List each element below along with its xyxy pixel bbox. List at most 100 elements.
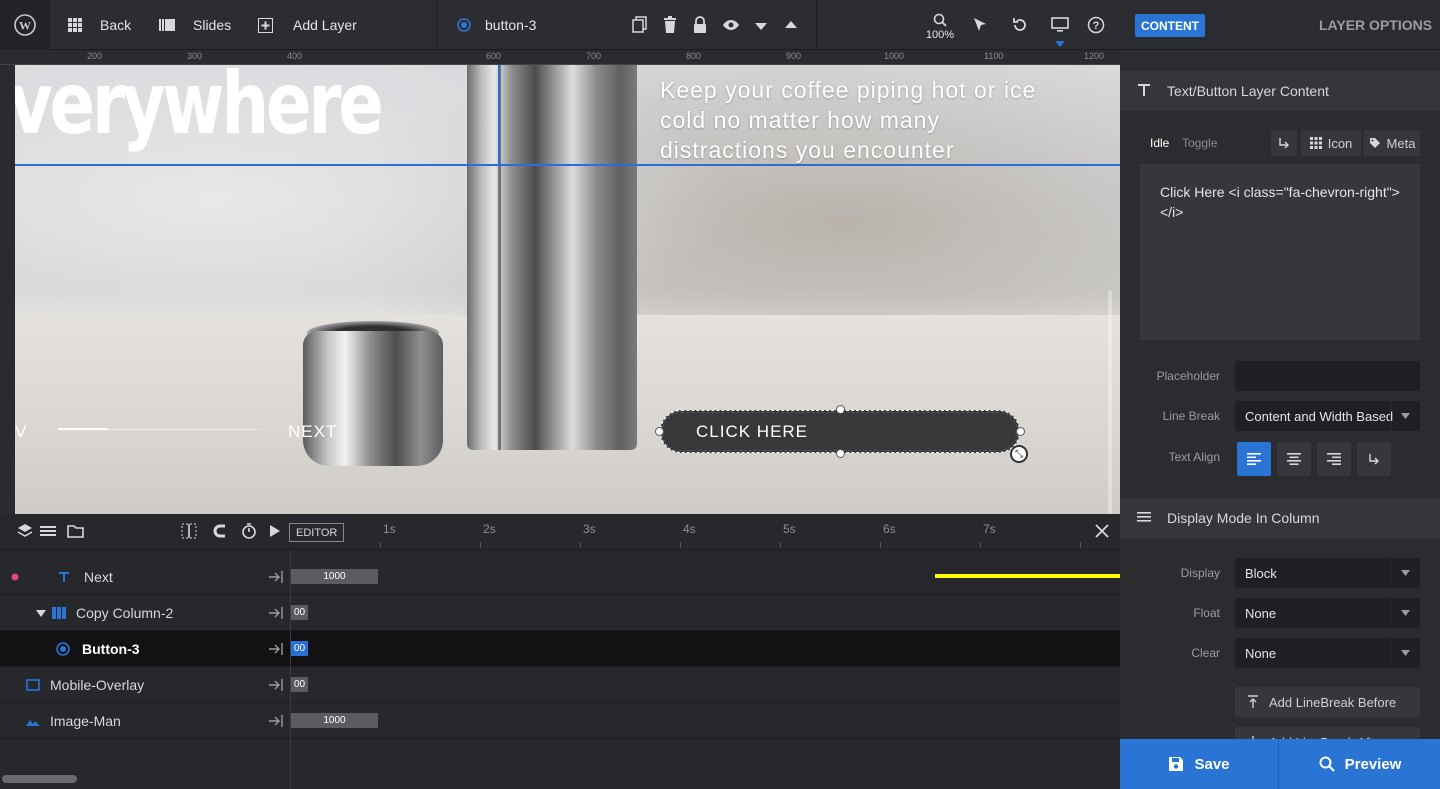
tab-layer-options[interactable]: LAYER OPTIONS xyxy=(1319,17,1432,33)
ruler-label: 200 xyxy=(87,51,103,61)
align-left-icon xyxy=(1247,453,1261,465)
resize-handle-bottom[interactable] xyxy=(836,449,845,458)
chevron-down-icon[interactable] xyxy=(36,610,46,617)
resize-handle-right[interactable] xyxy=(1016,427,1025,436)
desktop-view-icon[interactable] xyxy=(1051,16,1069,34)
subtab-idle[interactable]: Idle xyxy=(1150,136,1169,150)
line-break-select[interactable]: Content and Width Based xyxy=(1235,401,1420,431)
end-time-icon[interactable] xyxy=(268,642,284,656)
next-layer[interactable]: NEXT xyxy=(288,422,337,442)
text-align-label: Text Align xyxy=(1168,450,1220,464)
ruler-label: 1200 xyxy=(1084,51,1105,61)
wordpress-logo-button[interactable]: W xyxy=(0,0,50,50)
tab-content[interactable]: CONTENT xyxy=(1135,14,1205,37)
chevron-down-icon xyxy=(1390,638,1420,668)
trash-icon[interactable] xyxy=(663,16,681,34)
list-icon[interactable] xyxy=(40,523,58,541)
svg-text:?: ? xyxy=(1093,20,1100,32)
slides-button[interactable]: Slides xyxy=(159,0,231,50)
move-up-icon[interactable] xyxy=(783,16,801,34)
close-timeline-icon[interactable] xyxy=(1094,523,1112,541)
folder-icon[interactable] xyxy=(67,523,85,541)
play-icon[interactable] xyxy=(268,523,286,541)
timeline-bar[interactable]: 00 xyxy=(291,605,308,620)
subtext-layer[interactable]: Keep your coffee piping hot or ice cold … xyxy=(660,75,1040,165)
subtab-toggle[interactable]: Toggle xyxy=(1182,136,1217,150)
placeholder-input[interactable] xyxy=(1235,361,1420,391)
time-tick-label: 7s xyxy=(983,522,996,536)
end-time-icon[interactable] xyxy=(268,570,284,584)
time-tick-label: 2s xyxy=(483,522,496,536)
float-select[interactable]: None xyxy=(1235,598,1420,628)
add-linebreak-before-label: Add LineBreak Before xyxy=(1269,694,1397,710)
save-button[interactable]: Save xyxy=(1120,739,1279,789)
timeline-row[interactable]: Image-Man 1000 xyxy=(0,703,1120,739)
align-center-icon xyxy=(1287,453,1301,465)
icon-button[interactable]: Icon xyxy=(1301,130,1361,156)
help-icon[interactable]: ? xyxy=(1087,16,1105,34)
add-linebreak-before-button[interactable]: Add LineBreak Before xyxy=(1235,687,1420,717)
zoom-button[interactable]: 100% xyxy=(924,13,956,43)
align-left-button[interactable] xyxy=(1237,442,1271,476)
editor-badge[interactable]: EDITOR xyxy=(289,523,345,542)
float-label: Float xyxy=(1193,606,1220,620)
undo-icon[interactable] xyxy=(1011,16,1029,34)
canvas-scrollbar[interactable] xyxy=(1108,290,1112,514)
chevron-down-icon xyxy=(1390,598,1420,628)
slide-canvas[interactable]: verywhere Keep your coffee piping hot or… xyxy=(15,65,1120,514)
display-value: Block xyxy=(1245,565,1277,581)
back-button[interactable]: Back xyxy=(68,0,131,50)
timeline-bar[interactable]: 1000 xyxy=(291,569,378,584)
zoom-level: 100% xyxy=(925,29,955,41)
section-display-mode-header[interactable]: Display Mode In Column xyxy=(1120,498,1440,538)
timeline-row[interactable]: Copy Column-2 00 xyxy=(0,595,1120,631)
clear-select[interactable]: None xyxy=(1235,638,1420,668)
duplicate-icon[interactable] xyxy=(632,16,650,34)
move-down-icon[interactable] xyxy=(753,16,771,34)
section-layer-content-header[interactable]: Text/Button Layer Content xyxy=(1120,71,1440,111)
end-time-icon[interactable] xyxy=(268,714,284,728)
button-3-layer[interactable]: CLICK HERE xyxy=(660,410,1020,453)
end-time-icon[interactable] xyxy=(268,678,284,692)
snap-grid-icon[interactable] xyxy=(181,523,199,541)
time-tick-label: 6s xyxy=(883,522,896,536)
clear-value: None xyxy=(1245,645,1277,661)
button-3-label: CLICK HERE xyxy=(696,421,809,441)
meta-button[interactable]: Meta xyxy=(1364,130,1420,156)
resize-corner-icon[interactable]: ⤡ xyxy=(1010,445,1028,463)
lock-icon[interactable] xyxy=(693,16,711,34)
timeline-row[interactable]: Mobile-Overlay 00 xyxy=(0,667,1120,703)
display-select[interactable]: Block xyxy=(1235,558,1420,588)
preview-button[interactable]: Preview xyxy=(1280,739,1440,789)
text-icon xyxy=(1138,84,1150,96)
magnet-icon[interactable] xyxy=(212,523,230,541)
align-center-button[interactable] xyxy=(1277,442,1311,476)
placeholder-label: Placeholder xyxy=(1156,369,1220,383)
timeline-row-selected[interactable]: Button-3 00 xyxy=(0,631,1120,667)
resize-handle-top[interactable] xyxy=(836,405,845,414)
timeline-scrollbar[interactable] xyxy=(2,775,77,783)
meta-button-label: Meta xyxy=(1386,135,1416,151)
resize-handle-left[interactable] xyxy=(655,427,664,436)
layer-content-textarea[interactable]: Click Here <i class="fa-chevron-right"><… xyxy=(1140,164,1420,340)
timeline-bar[interactable]: 00 xyxy=(291,641,308,656)
stopwatch-icon[interactable] xyxy=(241,523,259,541)
add-layer-icon xyxy=(258,17,273,33)
nav-progress-active xyxy=(58,428,108,430)
cursor-icon[interactable] xyxy=(972,16,990,34)
vertical-ruler xyxy=(0,65,15,514)
timeline-bar[interactable]: 1000 xyxy=(291,713,378,728)
grid-icon xyxy=(1309,137,1322,149)
prev-layer[interactable]: V xyxy=(15,422,27,442)
linebreak-toggle-button[interactable] xyxy=(1271,130,1297,156)
align-right-button[interactable] xyxy=(1317,442,1351,476)
selected-layer-selector[interactable]: button-3 xyxy=(457,0,536,50)
end-time-icon[interactable] xyxy=(268,606,284,620)
layers-icon[interactable] xyxy=(17,523,35,541)
timeline-bar[interactable]: 00 xyxy=(291,677,308,692)
slides-label: Slides xyxy=(193,17,232,33)
add-layer-button[interactable]: Add Layer xyxy=(258,0,357,50)
align-reset-button[interactable] xyxy=(1357,442,1391,476)
eye-icon[interactable] xyxy=(722,16,740,34)
headline-layer[interactable]: verywhere xyxy=(15,65,384,156)
